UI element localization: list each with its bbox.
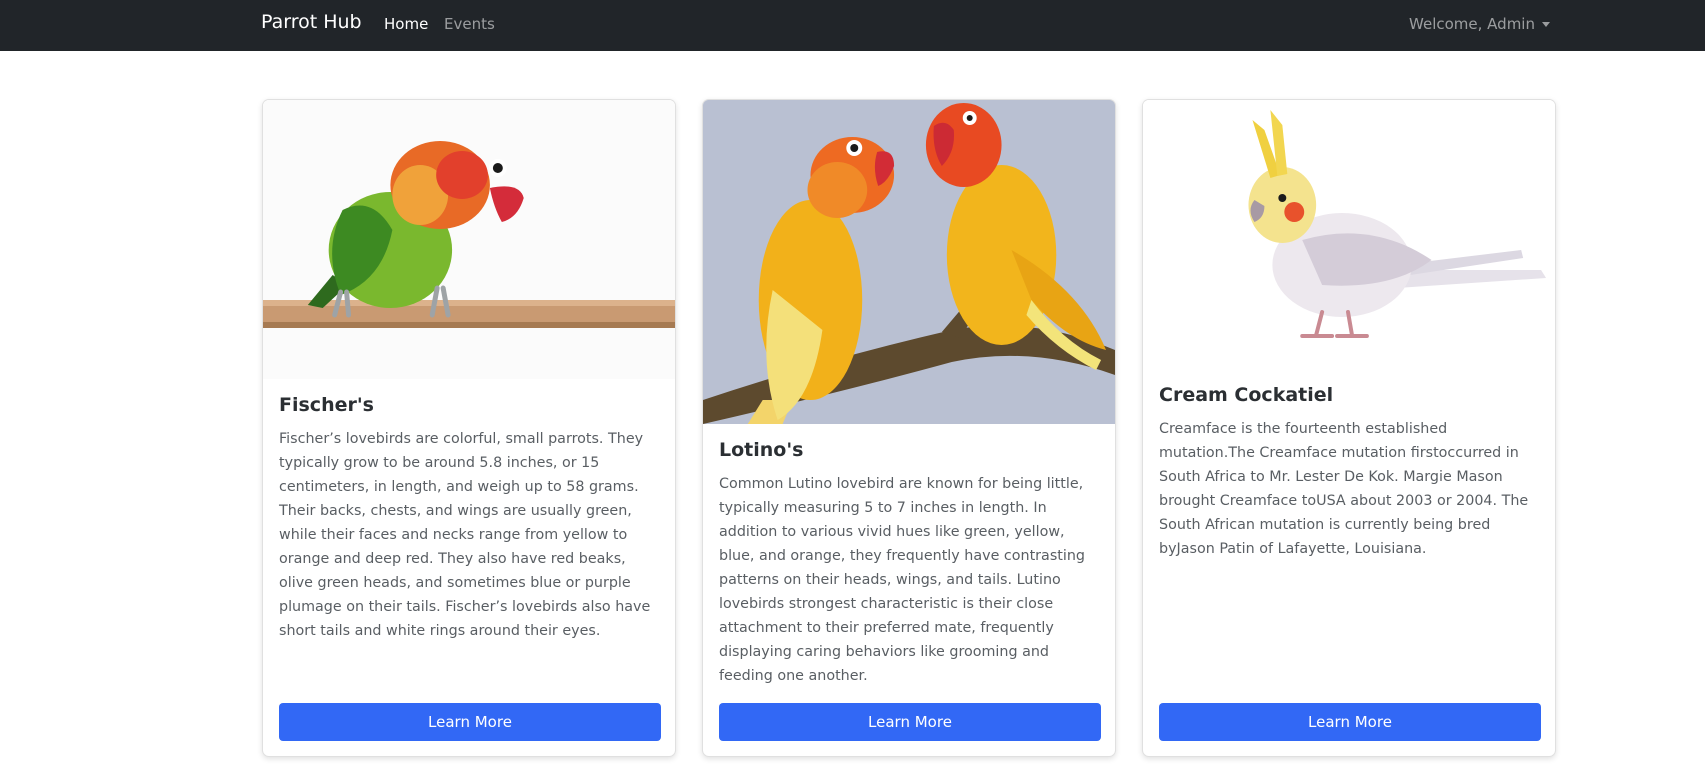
lutino-pair-photo — [703, 100, 1115, 424]
cockatiel-photo — [1143, 100, 1555, 355]
card-title: Lotino's — [719, 439, 804, 461]
user-menu-label: Welcome, Admin — [1409, 15, 1535, 33]
bird-card-lotinos: Lotino's Common Lutino lovebird are know… — [702, 99, 1116, 757]
learn-more-button[interactable]: Learn More — [719, 703, 1101, 741]
card-text: Common Lutino lovebird are known for bei… — [719, 476, 1085, 684]
bird-card-fischers: Fischer's Fischer’s lovebirds are colorf… — [262, 99, 676, 757]
card-body: Cream Cockatiel Creamface is the fourtee… — [1159, 384, 1539, 561]
bird-card-cream-cockatiel: Cream Cockatiel Creamface is the fourtee… — [1142, 99, 1556, 757]
lovebird-photo — [263, 100, 675, 379]
user-menu-dropdown[interactable]: Welcome, Admin — [1409, 15, 1550, 33]
brand-link[interactable]: Parrot Hub — [261, 11, 362, 33]
card-text: Creamface is the fourteenth established … — [1159, 421, 1529, 557]
card-body: Lotino's Common Lutino lovebird are know… — [719, 439, 1099, 688]
learn-more-button[interactable]: Learn More — [1159, 703, 1541, 741]
nav-link-home[interactable]: Home — [384, 15, 428, 33]
caret-down-icon — [1542, 22, 1550, 27]
learn-more-button[interactable]: Learn More — [279, 703, 661, 741]
top-navbar: Parrot Hub Home Events Welcome, Admin — [0, 0, 1705, 51]
card-title: Cream Cockatiel — [1159, 384, 1334, 406]
card-title: Fischer's — [279, 394, 374, 416]
card-text: Fischer’s lovebirds are colorful, small … — [279, 431, 651, 639]
card-body: Fischer's Fischer’s lovebirds are colorf… — [279, 394, 659, 643]
nav-link-events[interactable]: Events — [444, 15, 495, 33]
